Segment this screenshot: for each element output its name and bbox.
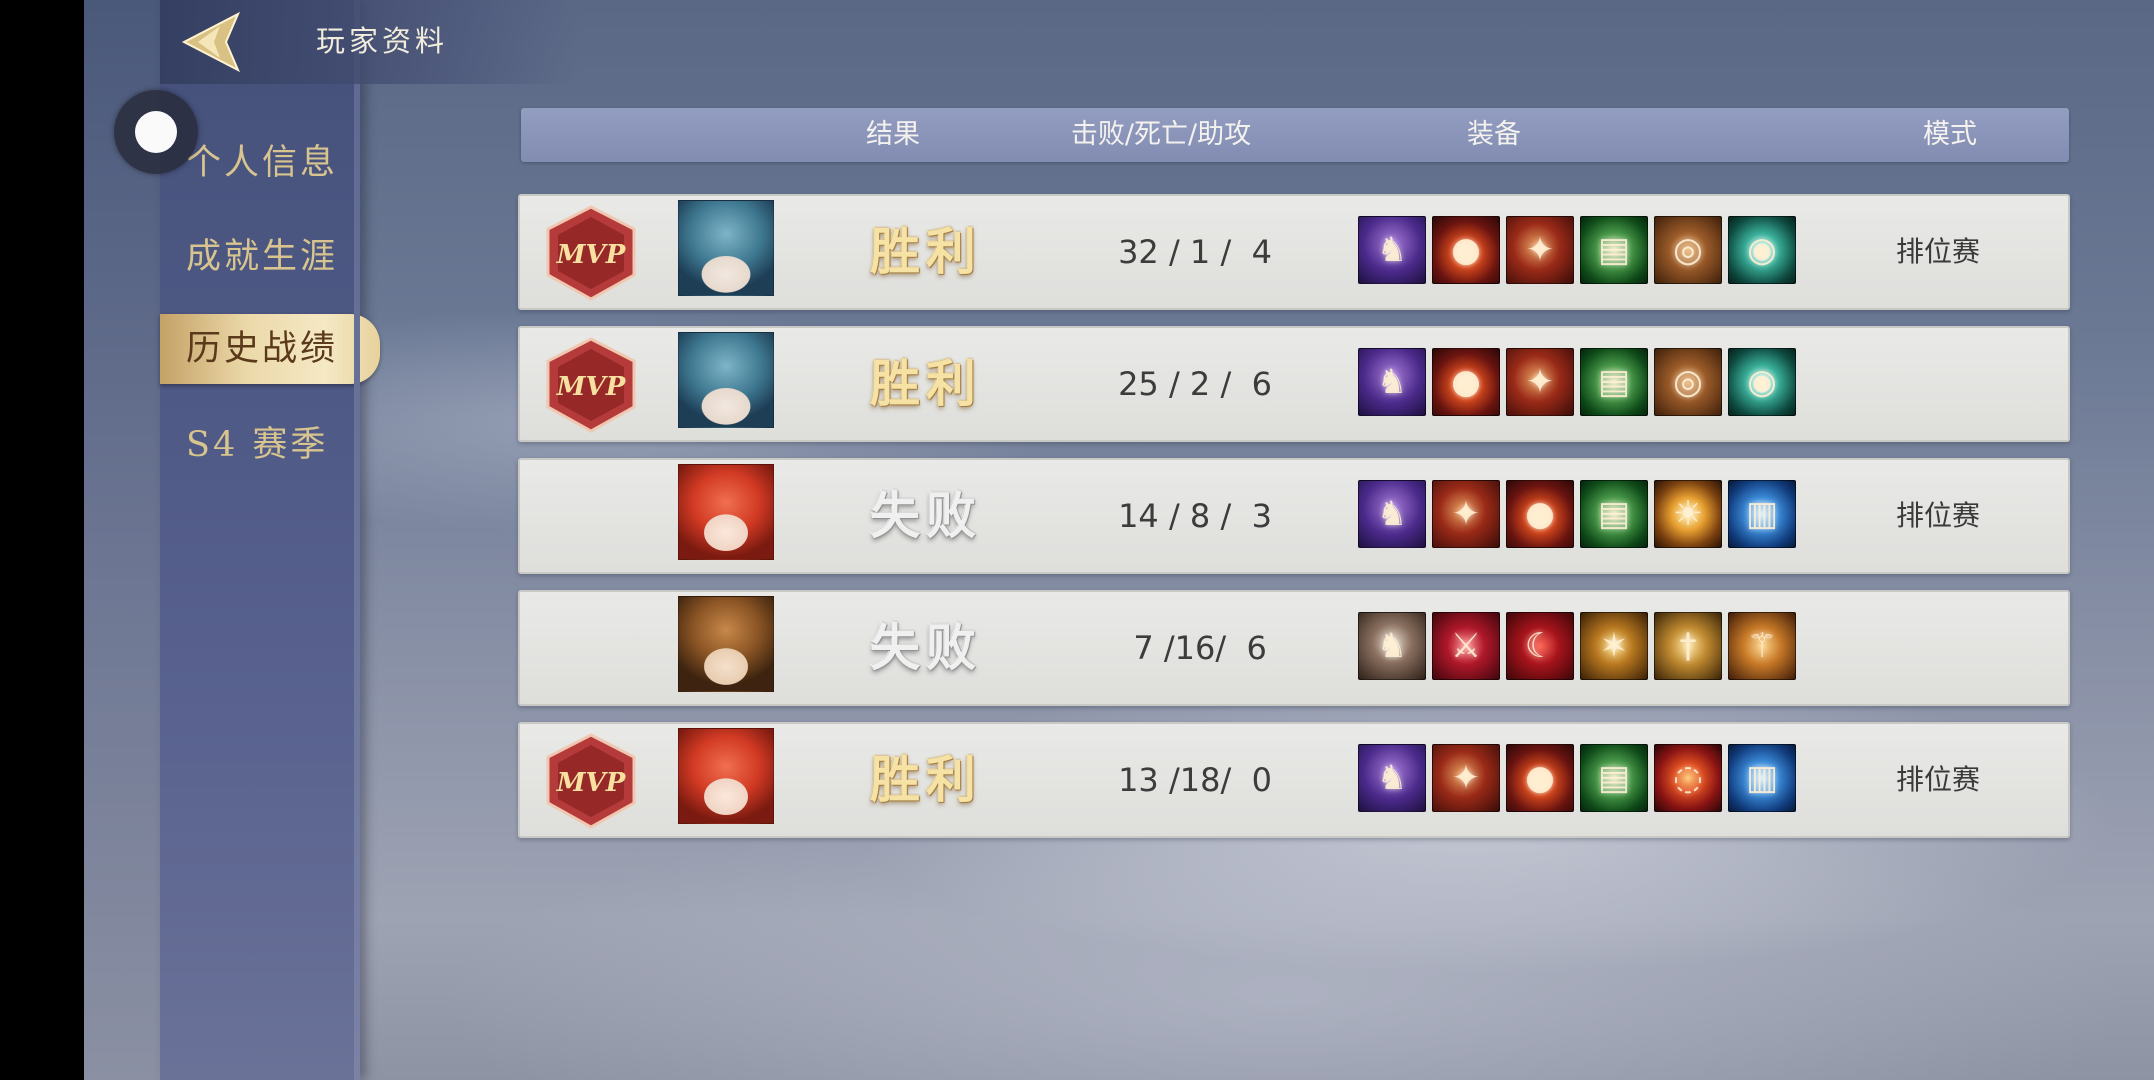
red-blade-icon[interactable]: ☾ xyxy=(1506,612,1574,680)
sidebar-divider xyxy=(354,0,360,1080)
match-result: 失败 xyxy=(870,618,982,677)
hero-avatar-blue-haired xyxy=(678,332,774,428)
match-mode: 排位赛 xyxy=(1895,499,1980,532)
steel-boots-icon[interactable]: ♞ xyxy=(1358,612,1426,680)
column-header-mode: 模式 xyxy=(1923,119,1977,150)
fire-orb-icon[interactable]: ● xyxy=(1432,216,1500,284)
kda-stats: 32 / 1 / 4 xyxy=(1118,233,1272,271)
mvp-badge-icon: MVP xyxy=(546,733,636,829)
teal-ring-icon[interactable]: ◉ xyxy=(1728,348,1796,416)
green-tome-icon[interactable]: ▤ xyxy=(1580,480,1648,548)
kda-stats: 13 /18/ 0 xyxy=(1118,761,1272,799)
sidebar-item-match-history[interactable]: 历史战绩 xyxy=(160,314,380,384)
sidebar-item-season[interactable]: S4 赛季 xyxy=(160,410,380,480)
match-result: 胜利 xyxy=(870,750,982,809)
back-arrow-icon xyxy=(181,11,241,73)
match-result: 失败 xyxy=(870,486,982,545)
golden-spear-icon[interactable]: ⚚ xyxy=(1728,612,1796,680)
match-row[interactable]: MVP 胜利 25 / 2 / 6 ♞ ● ✦ ▤ ◎ ◉ xyxy=(518,326,2070,442)
assist-dot-icon xyxy=(135,111,177,153)
mvp-badge-icon: MVP xyxy=(546,205,636,301)
match-result: 胜利 xyxy=(870,354,982,413)
golden-sword-icon[interactable]: † xyxy=(1654,612,1722,680)
column-header-kda: 击败/死亡/助攻 xyxy=(1070,119,1252,150)
kda-stats: 7 /16/ 6 xyxy=(1123,629,1267,667)
blue-book-icon[interactable]: ▥ xyxy=(1728,744,1796,812)
teal-ring-icon[interactable]: ◉ xyxy=(1728,216,1796,284)
page-title: 玩家资料 xyxy=(316,24,449,58)
table-header: 结果 击败/死亡/助攻 装备 模式 xyxy=(521,108,2069,162)
hero-avatar-brown-haired xyxy=(678,596,774,692)
hero-avatar-red-haired xyxy=(678,728,774,824)
match-row[interactable]: 失败 7 /16/ 6 ♞ ⚔ ☾ ✶ † ⚚ xyxy=(518,590,2070,706)
svg-text:MVP: MVP xyxy=(556,240,627,270)
red-vortex-icon[interactable]: ◌ xyxy=(1654,744,1722,812)
red-scroll-icon[interactable]: ✦ xyxy=(1506,348,1574,416)
sidebar-item-label: 成就生涯 xyxy=(186,237,339,277)
purple-boots-icon[interactable]: ♞ xyxy=(1358,216,1426,284)
svg-text:MVP: MVP xyxy=(556,768,627,798)
red-scroll-icon[interactable]: ✦ xyxy=(1432,744,1500,812)
hero-avatar-blue-haired xyxy=(678,200,774,296)
match-row[interactable]: MVP 胜利 32 / 1 / 4 ♞ ● ✦ ▤ ◎ ◉ 排位赛 xyxy=(518,194,2070,310)
kda-stats: 14 / 8 / 3 xyxy=(1118,497,1272,535)
sidebar-item-achievements[interactable]: 成就生涯 xyxy=(160,222,380,292)
sidebar: 个人信息 成就生涯 历史战绩 S4 赛季 xyxy=(160,0,380,1080)
back-button[interactable] xyxy=(180,11,244,73)
green-tome-icon[interactable]: ▤ xyxy=(1580,216,1648,284)
sidebar-item-label: S4 赛季 xyxy=(186,425,329,465)
bronze-shield-icon[interactable]: ◎ xyxy=(1654,216,1722,284)
match-mode: 排位赛 xyxy=(1895,763,1980,796)
mvp-badge-icon: MVP xyxy=(546,337,636,433)
purple-boots-icon[interactable]: ♞ xyxy=(1358,744,1426,812)
match-row[interactable]: MVP 胜利 13 /18/ 0 ♞ ✦ ● ▤ ◌ ▥ 排位赛 xyxy=(518,722,2070,838)
green-tome-icon[interactable]: ▤ xyxy=(1580,744,1648,812)
column-header-result: 结果 xyxy=(866,119,920,150)
kda-stats: 25 / 2 / 6 xyxy=(1118,365,1272,403)
sidebar-item-label: 个人信息 xyxy=(186,143,339,183)
crimson-axe-icon[interactable]: ⚔ xyxy=(1432,612,1500,680)
match-result: 胜利 xyxy=(870,222,982,281)
purple-boots-icon[interactable]: ♞ xyxy=(1358,348,1426,416)
svg-text:MVP: MVP xyxy=(556,372,627,402)
match-row[interactable]: 失败 14 / 8 / 3 ♞ ✦ ● ▤ ☀ ▥ 排位赛 xyxy=(518,458,2070,574)
golden-claw-icon[interactable]: ✶ xyxy=(1580,612,1648,680)
red-scroll-icon[interactable]: ✦ xyxy=(1432,480,1500,548)
golden-orb-icon[interactable]: ☀ xyxy=(1654,480,1722,548)
fire-orb-icon[interactable]: ● xyxy=(1506,744,1574,812)
sidebar-item-label: 历史战绩 xyxy=(186,329,339,369)
blue-book-icon[interactable]: ▥ xyxy=(1728,480,1796,548)
purple-boots-icon[interactable]: ♞ xyxy=(1358,480,1426,548)
fire-orb-icon[interactable]: ● xyxy=(1506,480,1574,548)
red-scroll-icon[interactable]: ✦ xyxy=(1506,216,1574,284)
hero-avatar-red-haired xyxy=(678,464,774,560)
bronze-shield-icon[interactable]: ◎ xyxy=(1654,348,1722,416)
green-tome-icon[interactable]: ▤ xyxy=(1580,348,1648,416)
match-mode: 排位赛 xyxy=(1895,235,1980,268)
fire-orb-icon[interactable]: ● xyxy=(1432,348,1500,416)
background-scene: 个人信息 成就生涯 历史战绩 S4 赛季 玩家资料 结果 击败/死亡/助攻 装备… xyxy=(84,0,2154,1080)
floating-assist-button[interactable] xyxy=(114,90,198,174)
column-header-equipment: 装备 xyxy=(1467,119,1521,150)
